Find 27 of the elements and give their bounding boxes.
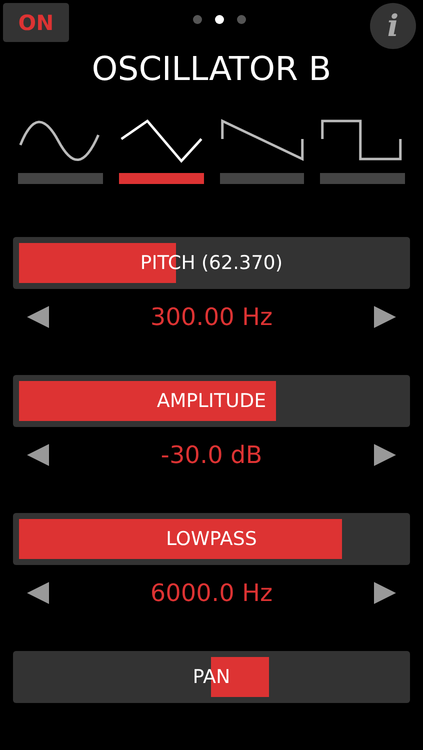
decrease-button[interactable] (25, 442, 51, 468)
value-reading: -30.0 dB (160, 441, 262, 469)
power-button[interactable]: ON (3, 3, 69, 42)
page-dot[interactable] (237, 15, 246, 24)
right-arrow-icon (372, 442, 398, 468)
page-dot[interactable] (215, 15, 224, 24)
oscillator-title: OSCILLATOR B (90, 49, 332, 90)
slider-track[interactable]: AMPLITUDE (13, 375, 410, 427)
left-arrow-icon (25, 442, 51, 468)
decrease-button[interactable] (25, 304, 51, 330)
increase-button[interactable] (372, 442, 398, 468)
right-arrow-icon (372, 304, 398, 330)
decrease-button[interactable] (25, 580, 51, 606)
saw-wave-icon (220, 119, 304, 163)
left-arrow-icon (25, 304, 51, 330)
triangle-wave-icon (118, 119, 204, 163)
slider-track[interactable]: LOWPASS (13, 513, 410, 565)
value-reading: 6000.0 Hz (150, 579, 273, 607)
value-reading: 300.00 Hz (150, 303, 273, 331)
right-arrow-icon (372, 580, 398, 606)
increase-button[interactable] (372, 580, 398, 606)
page-dot[interactable] (193, 15, 202, 24)
info-button[interactable]: i (370, 3, 416, 49)
slider-label: LOWPASS (166, 528, 257, 550)
increase-button[interactable] (372, 304, 398, 330)
left-arrow-icon (25, 580, 51, 606)
slider-label: AMPLITUDE (156, 390, 266, 412)
